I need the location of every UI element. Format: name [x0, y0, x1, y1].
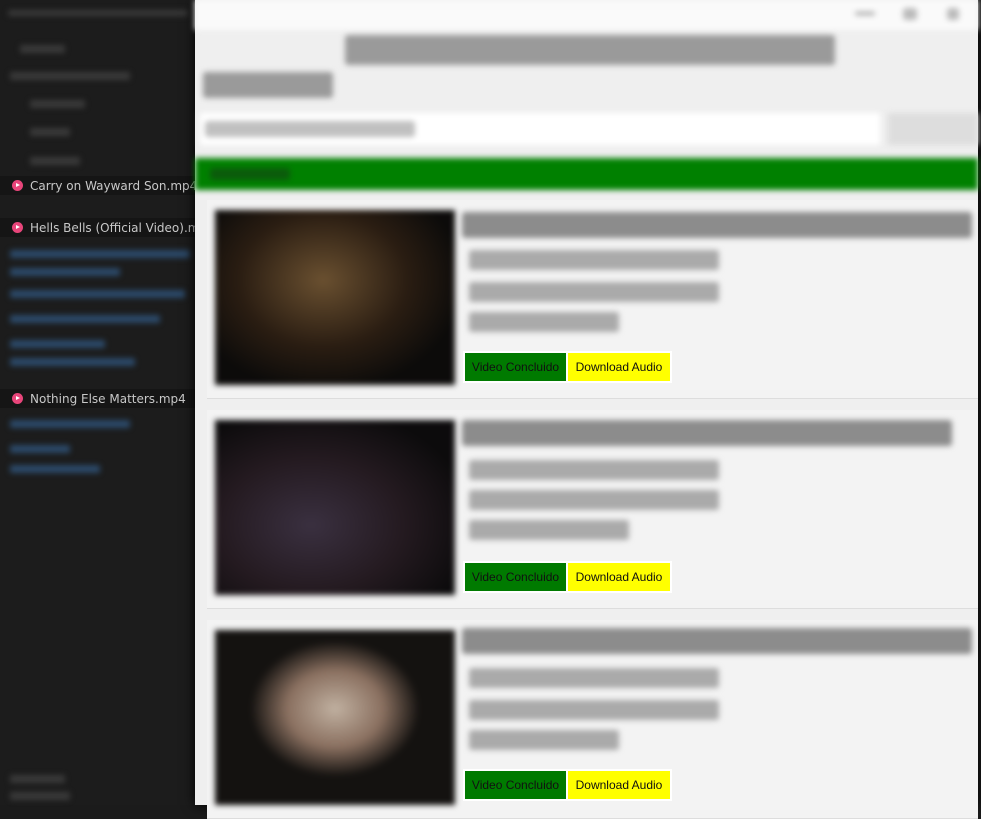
video-status-button[interactable]: Video Concluido — [465, 563, 566, 591]
video-thumbnail[interactable] — [215, 420, 455, 595]
video-thumbnail[interactable] — [215, 210, 455, 385]
file-item[interactable]: Nothing Else Matters.mp4 — [0, 389, 198, 408]
video-card: Video Concluido Download Audio — [207, 200, 978, 399]
search-button[interactable] — [888, 113, 978, 145]
play-icon — [12, 180, 23, 191]
video-card: Video Concluido Download Audio — [207, 410, 978, 609]
file-explorer-sidebar: Carry on Wayward Son.mp4 Hells Bells (Of… — [0, 0, 198, 805]
title-bar — [195, 0, 978, 30]
play-icon — [12, 393, 23, 404]
video-card: Video Concluido Download Audio — [207, 620, 978, 819]
progress-bar — [195, 158, 978, 190]
download-audio-button[interactable]: Download Audio — [568, 771, 670, 799]
file-name: Hells Bells (Official Video).mp4 — [30, 220, 198, 235]
file-name: Carry on Wayward Son.mp4 — [30, 178, 198, 193]
video-status-button[interactable]: Video Concluido — [465, 353, 566, 381]
file-item[interactable]: Carry on Wayward Son.mp4 — [0, 176, 198, 195]
downloader-window: Video Concluido Download Audio Video Con… — [195, 0, 978, 819]
file-name: Nothing Else Matters.mp4 — [30, 391, 186, 406]
download-audio-button[interactable]: Download Audio — [568, 563, 670, 591]
file-item[interactable]: Hells Bells (Official Video).mp4 — [0, 218, 198, 237]
video-thumbnail[interactable] — [215, 630, 455, 805]
play-icon — [12, 222, 23, 233]
url-input[interactable] — [200, 113, 880, 145]
video-status-button[interactable]: Video Concluido — [465, 771, 566, 799]
download-audio-button[interactable]: Download Audio — [568, 353, 670, 381]
